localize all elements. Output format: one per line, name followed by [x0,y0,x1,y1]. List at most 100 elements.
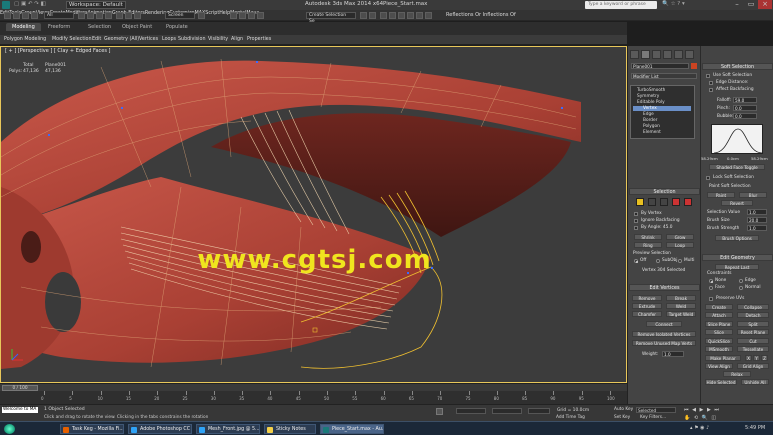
system-tray-icons[interactable]: ▴ ⚑ ◉ ♪ [690,425,709,431]
spinner-snap-icon[interactable] [257,12,264,19]
element-mode-icon[interactable] [684,198,692,206]
scale-icon[interactable] [134,12,141,19]
weight-field[interactable]: 1.0 [662,351,684,357]
unlink-icon[interactable] [31,12,38,19]
stack-item-editable-poly[interactable]: Editable Poly [633,100,665,105]
geo-cut-button[interactable]: Cut [737,338,769,344]
loop-button[interactable]: Loop [666,242,694,248]
playback-controls[interactable]: ⏮ ◀ ▶ ▶ ⏭ [684,407,720,413]
undo-icon[interactable] [4,12,11,19]
selection-value-field[interactable]: 1.0 [747,209,767,215]
align-icon[interactable] [369,12,376,19]
menu-help[interactable]: Help [219,11,230,16]
edit-vertices-rollout[interactable]: Edit Vertices [629,284,700,291]
stack-item-edge[interactable]: Edge [633,112,654,117]
preserve-uvs-checkbox[interactable] [709,297,713,301]
target-weld-button[interactable]: Target Weld [666,311,696,317]
extrude-button[interactable]: Extrude [632,303,662,309]
utilities-tab-icon[interactable] [685,50,694,59]
workspace-selector[interactable]: Workspace: Default [66,1,126,9]
brush-size-field[interactable]: 20.0 [747,217,767,223]
constraint-radio[interactable] [709,286,713,290]
ribbon-item-subdivision[interactable]: Subdivision [178,37,206,42]
perspective-viewport[interactable]: [ + ] [Perspective ] [ Clay + Edged Face… [0,46,627,383]
geo-unhide-all-button[interactable]: Unhide All [741,379,769,385]
time-slider[interactable]: 0 / 100 [0,383,627,391]
blur-button[interactable]: Blur [739,192,767,198]
geo-quickslice-button[interactable]: QuickSlice [705,338,733,344]
geo-detach-button[interactable]: Detach [737,312,769,318]
ribbon-item-align[interactable]: Align [231,37,243,42]
brush-strength-field[interactable]: 1.0 [747,225,767,231]
constraint-radio[interactable] [709,279,713,283]
track-bar[interactable]: 0 5 10 15 20 25 30 35 40 45 50 55 60 65 70 75 80 85 90 95 10… [0,391,627,404]
polygon-mode-icon[interactable] [672,198,680,206]
select-icon[interactable] [78,12,85,19]
pinch-field[interactable]: 0.0 [733,105,757,111]
set-key-label[interactable]: Set Key [614,415,630,420]
rotate-icon[interactable] [125,12,132,19]
motion-tab-icon[interactable] [663,50,672,59]
snap-icon[interactable] [230,12,237,19]
stack-item-border[interactable]: Border [633,118,657,123]
repeat-last-button[interactable]: Repeat Last [715,264,759,270]
ribbon-tab-populate[interactable]: Populate [166,24,188,30]
modify-tab-icon[interactable] [641,50,650,59]
link-icon[interactable] [22,12,29,19]
modifier-stack[interactable]: TurboSmooth Symmetry Editable Poly Vertex Ed… [630,85,695,139]
grow-button[interactable]: Grow [666,234,694,240]
ribbon-item-modify-selection[interactable]: Modify Selection [52,37,92,42]
display-tab-icon[interactable] [674,50,683,59]
reflection-label[interactable]: Reflections Or Inflections Of [446,12,516,18]
ribbon-item-polygon-modeling[interactable]: Polygon Modeling [4,37,46,42]
material-editor-icon[interactable] [416,12,423,19]
affect-backfacing-checkbox[interactable] [709,88,713,92]
falloff-field[interactable]: 59.0 [733,97,757,103]
start-button-icon[interactable] [4,424,15,434]
ribbon-tab-selection[interactable]: Selection [88,24,111,30]
stack-item-element[interactable]: Element [633,130,661,135]
app-logo-icon[interactable] [2,1,10,9]
modifier-list-dropdown[interactable]: Modifier List [631,73,697,79]
stack-item-vertex[interactable]: Vertex [633,106,691,111]
ribbon-item-properties[interactable]: Properties [247,37,271,42]
reference-coordinate-dropdown[interactable]: Screen [165,12,195,19]
ribbon-tab-object-paint[interactable]: Object Paint [122,24,152,30]
geo-attach-button[interactable]: Attach [705,312,733,318]
key-filters-button[interactable]: Key Filters... [640,415,666,420]
layer-icon[interactable] [380,12,387,19]
geo-tessellate-button[interactable]: Tessellate [737,346,769,352]
angle-snap-icon[interactable] [239,12,246,19]
key-mode-dropdown[interactable]: Selected [636,407,676,413]
coord-z-field[interactable] [528,408,550,414]
bubble-field[interactable]: 0.0 [733,113,757,119]
geo-view-align-button[interactable]: View Align [705,363,733,369]
coord-y-field[interactable] [492,408,522,414]
select-by-name-icon[interactable] [87,12,94,19]
window-crossing-icon[interactable] [105,12,112,19]
redo-icon[interactable] [13,12,20,19]
mirror-icon[interactable] [360,12,367,19]
preview-option-radio[interactable] [656,259,660,263]
edge-distance-checkbox[interactable] [709,81,713,85]
constraint-radio[interactable] [739,286,743,290]
hierarchy-tab-icon[interactable] [652,50,661,59]
percent-snap-icon[interactable] [248,12,255,19]
object-color-swatch[interactable] [691,63,697,69]
remove-isolated-vertices-button[interactable]: Remove Isolated Vertices [632,331,696,337]
ring-button[interactable]: Ring [634,242,662,248]
break-button[interactable]: Break [666,295,696,301]
border-mode-icon[interactable] [660,198,668,206]
geo-relax-button[interactable]: Relax [723,371,751,377]
lock-icon[interactable] [436,408,443,415]
geo-hide-selected-button[interactable]: Hide Selected [705,379,737,385]
revert-button[interactable]: Revert [721,200,753,206]
viewport-label[interactable]: [ + ] [Perspective ] [ Clay + Edged Face… [5,48,111,54]
geo-slice-plane-button[interactable]: Slice Plane [705,321,733,327]
geo-z-button[interactable]: Z [761,355,768,361]
selection-filter-dropdown[interactable]: All [44,12,74,19]
geo-collapse-button[interactable]: Collapse [737,304,769,310]
vertex-mode-icon[interactable] [636,198,644,206]
lock-soft-selection-checkbox[interactable] [706,176,710,180]
chamfer-button[interactable]: Chamfer [632,311,662,317]
